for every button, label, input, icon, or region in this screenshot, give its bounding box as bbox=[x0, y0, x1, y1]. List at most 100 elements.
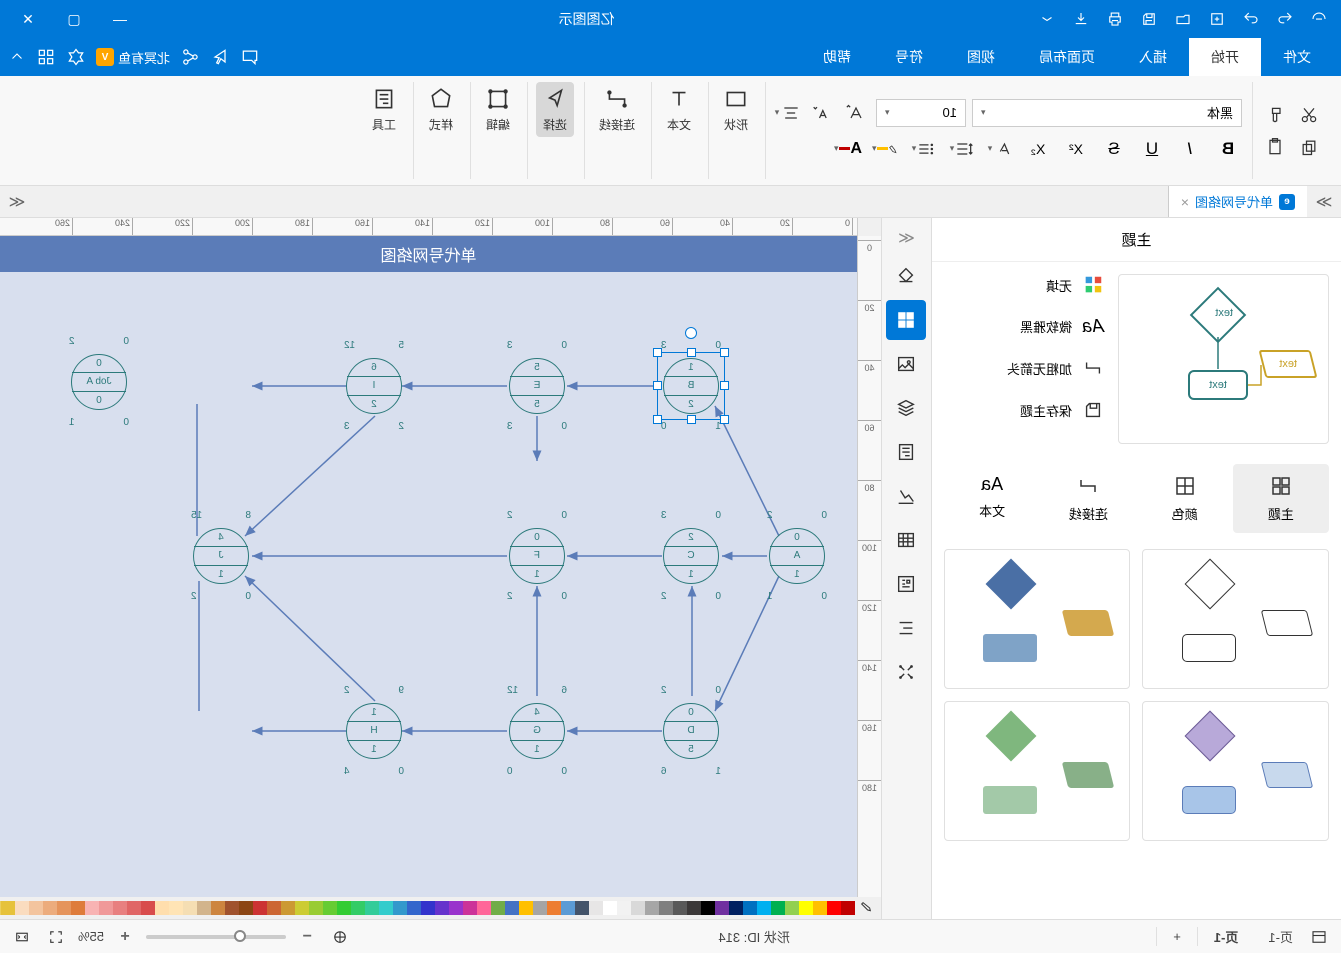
color-swatch[interactable] bbox=[1, 901, 15, 915]
sidebar-chart-icon[interactable] bbox=[887, 476, 927, 516]
color-swatch[interactable] bbox=[183, 901, 197, 915]
theme-card[interactable] bbox=[1143, 549, 1330, 689]
node-J[interactable]: 815 4J1 02 bbox=[193, 528, 249, 584]
node-A[interactable]: 02 0A1 01 bbox=[769, 528, 825, 584]
text-button[interactable]: 文本 bbox=[660, 82, 698, 137]
expand-left-icon[interactable]: ≫ bbox=[1307, 186, 1341, 217]
color-swatch[interactable] bbox=[673, 901, 687, 915]
page-list-icon[interactable] bbox=[1307, 925, 1331, 949]
tools-button[interactable]: 工具 bbox=[365, 82, 403, 137]
sidebar-table-icon[interactable] bbox=[887, 520, 927, 560]
color-swatch[interactable] bbox=[99, 901, 113, 915]
color-swatch[interactable] bbox=[799, 901, 813, 915]
color-swatch[interactable] bbox=[253, 901, 267, 915]
theme-card[interactable] bbox=[944, 549, 1131, 689]
color-swatch[interactable] bbox=[603, 901, 617, 915]
color-swatch[interactable] bbox=[57, 901, 71, 915]
add-page-button[interactable]: + bbox=[1156, 927, 1197, 946]
color-swatch[interactable] bbox=[743, 901, 757, 915]
expand-right-icon[interactable]: ≪ bbox=[0, 186, 34, 217]
undo-icon[interactable] bbox=[1237, 5, 1265, 33]
color-swatch[interactable] bbox=[113, 901, 127, 915]
color-swatch[interactable] bbox=[757, 901, 771, 915]
color-swatch[interactable] bbox=[225, 901, 239, 915]
format-painter-button[interactable] bbox=[1261, 101, 1289, 129]
color-swatch[interactable] bbox=[351, 901, 365, 915]
color-swatch[interactable] bbox=[15, 901, 29, 915]
color-swatch[interactable] bbox=[575, 901, 589, 915]
node-C[interactable]: 03 2C1 02 bbox=[663, 528, 719, 584]
fit-page-icon[interactable] bbox=[328, 925, 352, 949]
font-color-button[interactable]: A▾ bbox=[834, 135, 862, 163]
lp-tab-connector[interactable]: 连接线 bbox=[1040, 464, 1136, 533]
color-swatch[interactable] bbox=[589, 901, 603, 915]
color-swatch[interactable] bbox=[295, 901, 309, 915]
node-legend[interactable]: 02 0 Job A 0 01 bbox=[71, 354, 127, 410]
align-center-button[interactable]: ▾ bbox=[774, 99, 802, 127]
style-button[interactable]: 样式 bbox=[422, 82, 460, 137]
eyedropper-icon[interactable] bbox=[859, 898, 875, 918]
font-grow-button[interactable] bbox=[842, 99, 870, 127]
color-swatch[interactable] bbox=[0, 901, 1, 915]
theme-icon[interactable] bbox=[66, 47, 86, 67]
color-swatch[interactable] bbox=[561, 901, 575, 915]
color-swatch[interactable] bbox=[631, 901, 645, 915]
color-swatch[interactable] bbox=[337, 901, 351, 915]
bullet-list-button[interactable]: ▾ bbox=[910, 135, 938, 163]
zoom-in-button[interactable]: + bbox=[114, 926, 136, 948]
sidebar-layers-icon[interactable] bbox=[887, 388, 927, 428]
italic-button[interactable]: I bbox=[1176, 135, 1204, 163]
color-swatch[interactable] bbox=[449, 901, 463, 915]
font-name-select[interactable]: 黑体▾ bbox=[972, 99, 1242, 127]
menu-help[interactable]: 帮助 bbox=[801, 38, 873, 76]
color-swatch[interactable] bbox=[127, 901, 141, 915]
zoom-slider[interactable] bbox=[146, 935, 286, 939]
share-icon[interactable] bbox=[180, 47, 200, 67]
strikethrough-button[interactable]: S bbox=[1100, 135, 1128, 163]
copy-button[interactable] bbox=[1295, 133, 1323, 161]
color-swatch[interactable] bbox=[729, 901, 743, 915]
underline-button[interactable]: U bbox=[1138, 135, 1166, 163]
fit-width-icon[interactable] bbox=[10, 925, 34, 949]
sidebar-image-icon[interactable] bbox=[887, 344, 927, 384]
color-swatch[interactable] bbox=[365, 901, 379, 915]
close-button[interactable]: ✕ bbox=[8, 4, 48, 34]
subscript-button[interactable]: X₂ bbox=[1024, 135, 1052, 163]
color-swatch[interactable] bbox=[505, 901, 519, 915]
font-shrink-button[interactable] bbox=[808, 99, 836, 127]
paste-button[interactable] bbox=[1261, 133, 1289, 161]
color-swatch[interactable] bbox=[155, 901, 169, 915]
color-swatch[interactable] bbox=[463, 901, 477, 915]
node-B[interactable]: 03 1B2 10 bbox=[663, 358, 719, 414]
color-swatch[interactable] bbox=[519, 901, 533, 915]
menu-pagelayout[interactable]: 页面布局 bbox=[1017, 38, 1117, 76]
sidebar-align-icon[interactable] bbox=[887, 608, 927, 648]
lp-tab-text[interactable]: Aa文本 bbox=[944, 464, 1040, 533]
highlight-button[interactable]: ▾ bbox=[872, 135, 900, 163]
node-F[interactable]: 02 0F1 02 bbox=[509, 528, 565, 584]
node-D[interactable]: 02 0D5 16 bbox=[663, 703, 719, 759]
color-swatch[interactable] bbox=[771, 901, 785, 915]
fullscreen-icon[interactable] bbox=[44, 925, 68, 949]
menu-view[interactable]: 视图 bbox=[945, 38, 1017, 76]
sidebar-page-icon[interactable] bbox=[887, 432, 927, 472]
color-swatch[interactable] bbox=[71, 901, 85, 915]
node-I[interactable]: 512 6I2 23 bbox=[346, 358, 402, 414]
theme-card[interactable] bbox=[944, 701, 1131, 841]
redo-icon[interactable] bbox=[1271, 5, 1299, 33]
color-swatch[interactable] bbox=[659, 901, 673, 915]
node-G[interactable]: 612 4G1 00 bbox=[509, 703, 565, 759]
document-tab[interactable]: e 单代号网络图 × bbox=[1168, 186, 1307, 217]
color-swatch[interactable] bbox=[407, 901, 421, 915]
maximize-button[interactable]: ▢ bbox=[54, 4, 94, 34]
menu-insert[interactable]: 插入 bbox=[1117, 38, 1189, 76]
print-icon[interactable] bbox=[1101, 5, 1129, 33]
color-swatch[interactable] bbox=[785, 901, 799, 915]
node-H[interactable]: 92 1H1 04 bbox=[346, 703, 402, 759]
rotate-handle-icon[interactable] bbox=[685, 327, 697, 339]
connector-button[interactable]: 连接线 bbox=[593, 82, 641, 137]
menu-file[interactable]: 文件 bbox=[1261, 38, 1333, 76]
color-swatch[interactable] bbox=[687, 901, 701, 915]
color-swatch[interactable] bbox=[435, 901, 449, 915]
color-swatch[interactable] bbox=[393, 901, 407, 915]
